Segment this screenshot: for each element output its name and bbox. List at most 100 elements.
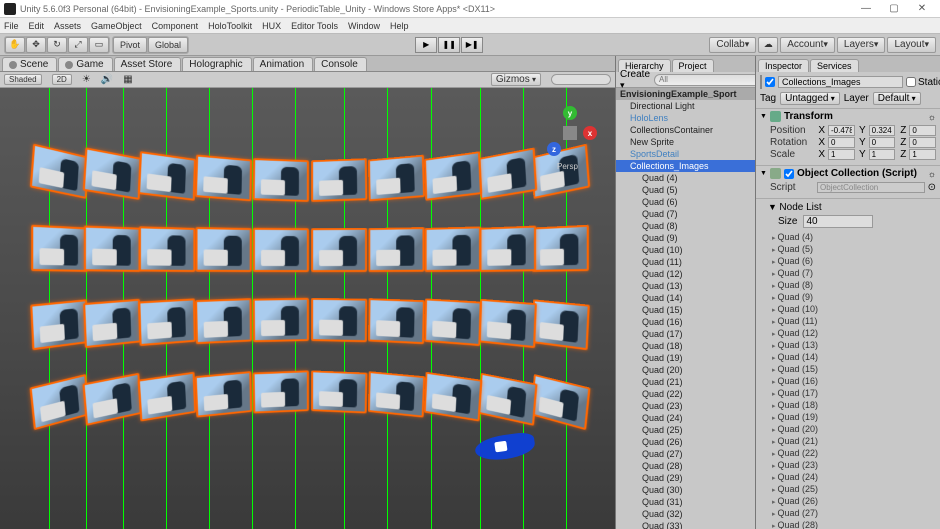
hierarchy-item[interactable]: Quad (33): [616, 520, 755, 529]
node-list-item[interactable]: Quad (12): [760, 327, 936, 339]
hierarchy-item[interactable]: Quad (21): [616, 376, 755, 388]
scene-quad[interactable]: [425, 226, 481, 272]
hierarchy-item[interactable]: New Sprite: [616, 136, 755, 148]
collab-dropdown[interactable]: Collab ▾: [709, 37, 756, 53]
audio-icon[interactable]: 🔊: [101, 74, 113, 85]
scene-quad[interactable]: [479, 299, 537, 348]
node-list-item[interactable]: Quad (24): [760, 471, 936, 483]
lighting-icon[interactable]: ☀: [82, 74, 91, 85]
node-list-item[interactable]: Quad (10): [760, 303, 936, 315]
hierarchy-item[interactable]: Quad (14): [616, 292, 755, 304]
layer-dropdown[interactable]: Default ▾: [873, 92, 921, 105]
scene-quad[interactable]: [31, 225, 88, 272]
hierarchy-item[interactable]: Quad (7): [616, 208, 755, 220]
tab-services[interactable]: Services: [810, 59, 859, 72]
fold-icon[interactable]: ▼: [760, 170, 767, 177]
node-list-item[interactable]: Quad (21): [760, 435, 936, 447]
hierarchy-item[interactable]: Quad (12): [616, 268, 755, 280]
menu-hux[interactable]: HUX: [262, 21, 281, 31]
hierarchy-item[interactable]: Quad (4): [616, 172, 755, 184]
tab-project[interactable]: Project: [672, 59, 714, 72]
layout-dropdown[interactable]: Layout ▾: [887, 37, 936, 53]
account-dropdown[interactable]: Account ▾: [780, 37, 835, 53]
scene-viewport[interactable]: x y z Persp: [0, 88, 615, 529]
node-list-item[interactable]: Quad (28): [760, 519, 936, 529]
scene-quad[interactable]: [531, 299, 589, 350]
scene-quad[interactable]: [84, 225, 141, 271]
node-list-item[interactable]: Quad (22): [760, 447, 936, 459]
rotation-z[interactable]: [909, 137, 936, 148]
scene-quad[interactable]: [479, 225, 536, 271]
hierarchy-item[interactable]: SportsDetail: [616, 148, 755, 160]
node-list-item[interactable]: Quad (9): [760, 291, 936, 303]
scene-quad[interactable]: [195, 227, 251, 272]
tab-holographic[interactable]: Holographic: [182, 57, 251, 71]
hierarchy-item[interactable]: Quad (28): [616, 460, 755, 472]
menu-component[interactable]: Component: [152, 21, 199, 31]
hierarchy-item[interactable]: Collections_Images: [616, 160, 755, 172]
scene-quad[interactable]: [424, 372, 482, 422]
rotate-tool[interactable]: ↻: [47, 37, 67, 53]
scene-quad[interactable]: [195, 298, 252, 344]
scene-quad[interactable]: [424, 298, 482, 346]
hierarchy-item[interactable]: Quad (18): [616, 340, 755, 352]
scene-quad[interactable]: [253, 158, 309, 202]
scene-quad[interactable]: [195, 155, 252, 202]
hierarchy-item[interactable]: Quad (9): [616, 232, 755, 244]
move-tool[interactable]: ✥: [26, 37, 46, 53]
global-toggle[interactable]: Global: [148, 37, 188, 53]
close-button[interactable]: ✕: [908, 1, 936, 17]
scale-tool[interactable]: ⤢: [68, 37, 88, 53]
scene-quad[interactable]: [368, 227, 424, 272]
hierarchy-item[interactable]: Quad (13): [616, 280, 755, 292]
scale-z[interactable]: [909, 149, 936, 160]
hierarchy-item[interactable]: Quad (20): [616, 364, 755, 376]
tab-scene[interactable]: Scene: [2, 57, 57, 71]
hierarchy-item[interactable]: Quad (25): [616, 424, 755, 436]
scene-quad[interactable]: [30, 374, 90, 430]
menu-editortools[interactable]: Editor Tools: [291, 21, 338, 31]
orientation-gizmo[interactable]: x y z Persp: [545, 108, 595, 158]
hierarchy-list[interactable]: EnvisioningExample_Sport Directional Lig…: [616, 88, 755, 529]
component-enabled-checkbox[interactable]: [784, 169, 794, 179]
fold-icon[interactable]: ▼: [760, 113, 767, 120]
scene-quad[interactable]: [532, 225, 589, 272]
hierarchy-item[interactable]: HoloLens: [616, 112, 755, 124]
size-field[interactable]: [803, 215, 873, 228]
node-list-item[interactable]: Quad (14): [760, 351, 936, 363]
scene-quad[interactable]: [424, 151, 482, 201]
pause-button[interactable]: ❚❚: [438, 37, 460, 53]
node-list-item[interactable]: Quad (26): [760, 495, 936, 507]
node-list-item[interactable]: Quad (25): [760, 483, 936, 495]
node-list-item[interactable]: Quad (5): [760, 243, 936, 255]
hierarchy-scene-root[interactable]: EnvisioningExample_Sport: [616, 88, 755, 100]
gameobject-active-checkbox[interactable]: [765, 77, 775, 87]
gameobject-icon[interactable]: [760, 75, 762, 89]
hierarchy-item[interactable]: Quad (6): [616, 196, 755, 208]
scene-quad[interactable]: [82, 373, 141, 426]
menu-window[interactable]: Window: [348, 21, 380, 31]
hierarchy-item[interactable]: Quad (15): [616, 304, 755, 316]
tag-dropdown[interactable]: Untagged ▾: [780, 92, 840, 105]
hand-tool[interactable]: ✋: [5, 37, 25, 53]
scene-search[interactable]: [551, 74, 611, 85]
node-list-item[interactable]: Quad (16): [760, 375, 936, 387]
scale-y[interactable]: [869, 149, 896, 160]
scale-x[interactable]: [828, 149, 855, 160]
scene-quad[interactable]: [368, 371, 425, 417]
rect-tool[interactable]: ▭: [89, 37, 109, 53]
menu-help[interactable]: Help: [390, 21, 409, 31]
scene-quad[interactable]: [30, 299, 88, 350]
shaded-dropdown[interactable]: Shaded: [4, 74, 42, 85]
node-list-item[interactable]: Quad (15): [760, 363, 936, 375]
position-x[interactable]: [828, 125, 855, 136]
hierarchy-item[interactable]: Quad (31): [616, 496, 755, 508]
scene-quad[interactable]: [368, 298, 425, 344]
scene-quad[interactable]: [138, 372, 196, 422]
scene-quad[interactable]: [139, 226, 195, 272]
scene-quad[interactable]: [83, 299, 141, 348]
object-picker-icon[interactable]: ⊙: [928, 182, 936, 193]
scene-quad[interactable]: [368, 155, 425, 202]
minimize-button[interactable]: —: [852, 1, 880, 17]
maximize-button[interactable]: ▢: [880, 1, 908, 17]
